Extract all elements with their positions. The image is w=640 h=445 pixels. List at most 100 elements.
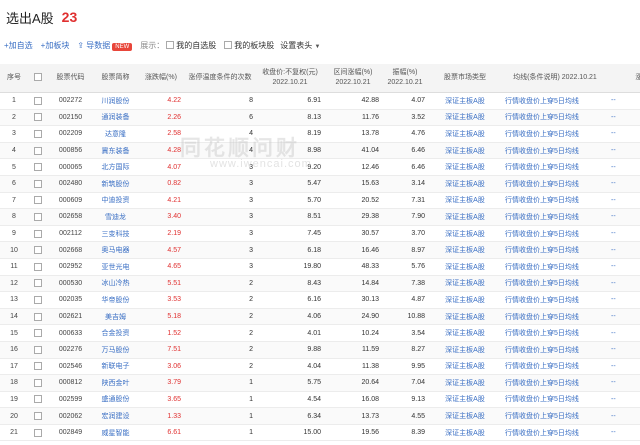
table-row[interactable]: 6 002480 新筑股份 0.82 3 5.47 15.63 3.14 深证主板A股 行情收盘价… xyxy=(0,175,640,193)
table-row[interactable]: 18 000812 陕西金叶 3.79 1 5.75 20.64 7.04 深证主板A股 行情收盘… xyxy=(0,374,640,392)
row-checkbox[interactable] xyxy=(28,308,48,326)
row-checkbox[interactable] xyxy=(28,142,48,160)
results-table-container[interactable]: 序号 股票代码 股票简称 涨跌幅(%) 涨停温度条件的次数 收盘价:不复权(元)… xyxy=(0,64,640,445)
table-row[interactable]: 12 000530 冰山冷热 5.51 2 8.43 14.84 7.38 深证主板A股 行情收盘… xyxy=(0,275,640,293)
condition-desc[interactable]: 行情收盘价上穿5日均线 xyxy=(502,175,608,193)
export-button[interactable]: ⇪ 导数据 NEW xyxy=(77,40,133,51)
row-select-checkbox[interactable] xyxy=(34,279,42,288)
condition-desc[interactable]: 行情收盘价上穿5日均线 xyxy=(502,374,608,392)
table-row[interactable]: 11 002952 亚世光电 4.65 3 19.80 48.33 5.76 深证主板A股 行情收… xyxy=(0,258,640,276)
stock-name-link[interactable]: 通润装备 xyxy=(93,109,138,127)
row-select-checkbox[interactable] xyxy=(34,163,42,172)
row-checkbox[interactable] xyxy=(28,192,48,210)
table-row[interactable]: 20 002062 宏润建设 1.33 1 6.34 13.73 4.55 深证主板A股 行情收盘… xyxy=(0,407,640,425)
col-header-select[interactable] xyxy=(28,64,48,93)
table-row[interactable]: 15 000633 合金投资 1.52 2 4.01 10.24 3.54 深证主板A股 行情收盘… xyxy=(0,324,640,342)
row-checkbox[interactable] xyxy=(28,291,48,309)
condition-desc[interactable]: 行情收盘价上穿5日均线 xyxy=(502,324,608,342)
table-row[interactable]: 5 000065 北方国际 4.07 3 9.20 12.46 6.46 深证主板A股 行情收盘价… xyxy=(0,158,640,176)
row-select-checkbox[interactable] xyxy=(34,229,42,238)
col-header[interactable]: 股票代码 xyxy=(48,64,93,93)
row-checkbox[interactable] xyxy=(28,175,48,193)
table-row[interactable]: 17 002546 新联电子 3.06 2 4.04 11.38 9.95 深证主板A股 行情收盘… xyxy=(0,358,640,376)
row-select-checkbox[interactable] xyxy=(34,212,42,221)
condition-desc[interactable]: 行情收盘价上穿5日均线 xyxy=(502,225,608,243)
row-select-checkbox[interactable] xyxy=(34,196,42,205)
my-watch-label[interactable]: 我的自选股 xyxy=(176,40,216,51)
condition-desc[interactable]: 行情收盘价上穿5日均线 xyxy=(502,407,608,425)
col-header[interactable]: 收盘价:不复权(元) 2022.10.21 xyxy=(256,64,324,93)
table-row[interactable]: 21 002849 威星智能 6.61 1 15.00 19.56 8.39 深证主板A股 行情收… xyxy=(0,424,640,442)
stock-name-link[interactable]: 陕西金叶 xyxy=(93,374,138,392)
stock-name-link[interactable]: 亚世光电 xyxy=(93,258,138,276)
condition-desc[interactable]: 行情收盘价上穿5日均线 xyxy=(502,308,608,326)
row-checkbox[interactable] xyxy=(28,92,48,110)
table-row[interactable]: 16 002276 万马股份 7.51 2 9.88 11.59 8.27 深证主板A股 行情收盘… xyxy=(0,341,640,359)
row-checkbox[interactable] xyxy=(28,125,48,143)
table-row[interactable]: 9 002112 三变科技 2.19 3 7.45 30.57 3.70 深证主板A股 行情收盘价… xyxy=(0,225,640,243)
stock-name-link[interactable]: 达意隆 xyxy=(93,125,138,143)
row-checkbox[interactable] xyxy=(28,324,48,342)
row-select-checkbox[interactable] xyxy=(34,362,42,371)
stock-name-link[interactable]: 奥马电器 xyxy=(93,241,138,259)
row-checkbox[interactable] xyxy=(28,158,48,176)
table-row[interactable]: 3 002209 达意隆 2.58 4 8.19 13.78 4.76 深证主板A股 行情收盘价上… xyxy=(0,125,640,143)
row-select-checkbox[interactable] xyxy=(34,96,42,105)
row-checkbox[interactable] xyxy=(28,275,48,293)
condition-desc[interactable]: 行情收盘价上穿5日均线 xyxy=(502,258,608,276)
row-select-checkbox[interactable] xyxy=(34,113,42,122)
condition-desc[interactable]: 行情收盘价上穿5日均线 xyxy=(502,358,608,376)
row-checkbox[interactable] xyxy=(28,407,48,425)
row-checkbox[interactable] xyxy=(28,225,48,243)
stock-name-link[interactable]: 新联电子 xyxy=(93,358,138,376)
stock-name-link[interactable]: 威星智能 xyxy=(93,424,138,442)
row-checkbox[interactable] xyxy=(28,391,48,409)
table-row[interactable]: 1 002272 川润股份 4.22 8 6.91 42.88 4.07 深证主板A股 行情收盘价… xyxy=(0,92,640,110)
condition-desc[interactable]: 行情收盘价上穿5日均线 xyxy=(502,275,608,293)
col-header[interactable]: 振幅(%) 2022.10.21 xyxy=(382,64,428,93)
table-row[interactable]: 10 002668 奥马电器 4.57 3 6.18 16.46 8.97 深证主板A股 行情收盘… xyxy=(0,241,640,259)
condition-desc[interactable]: 行情收盘价上穿5日均线 xyxy=(502,92,608,110)
stock-name-link[interactable]: 北方国际 xyxy=(93,158,138,176)
row-select-checkbox[interactable] xyxy=(34,395,42,404)
table-row[interactable]: 14 002621 美吉姆 5.18 2 4.06 24.90 10.88 深证主板A股 行情收盘… xyxy=(0,308,640,326)
stock-name-link[interactable]: 新筑股份 xyxy=(93,175,138,193)
row-select-checkbox[interactable] xyxy=(34,312,42,321)
row-select-checkbox[interactable] xyxy=(34,262,42,271)
col-header[interactable]: 涨停温度条件的次数 xyxy=(184,64,256,93)
row-select-checkbox[interactable] xyxy=(34,412,42,421)
stock-name-link[interactable]: 川润股份 xyxy=(93,92,138,110)
row-select-checkbox[interactable] xyxy=(34,146,42,155)
table-row[interactable]: 8 002658 雪迪龙 3.40 3 8.51 29.38 7.90 深证主板A股 行情收盘价上… xyxy=(0,208,640,226)
row-select-checkbox[interactable] xyxy=(34,295,42,304)
row-select-checkbox[interactable] xyxy=(34,428,42,437)
col-header[interactable]: 股票市场类型 xyxy=(428,64,502,93)
stock-name-link[interactable]: 冀东装备 xyxy=(93,142,138,160)
col-header[interactable]: 涨停 2022.1 xyxy=(608,64,640,93)
col-header[interactable]: 涨跌幅(%) xyxy=(138,64,184,93)
select-all-checkbox[interactable] xyxy=(34,73,42,82)
stock-name-link[interactable]: 宏润建设 xyxy=(93,407,138,425)
col-header[interactable]: 序号 xyxy=(0,64,28,93)
table-row[interactable]: 4 000856 冀东装备 4.28 4 8.98 41.04 6.46 深证主板A股 行情收盘价… xyxy=(0,142,640,160)
condition-desc[interactable]: 行情收盘价上穿5日均线 xyxy=(502,341,608,359)
table-row[interactable]: 13 002035 华帝股份 3.53 2 6.16 30.13 4.87 深证主板A股 行情收盘… xyxy=(0,291,640,309)
condition-desc[interactable]: 行情收盘价上穿5日均线 xyxy=(502,109,608,127)
condition-desc[interactable]: 行情收盘价上穿5日均线 xyxy=(502,291,608,309)
row-select-checkbox[interactable] xyxy=(34,345,42,354)
condition-desc[interactable]: 行情收盘价上穿5日均线 xyxy=(502,208,608,226)
condition-desc[interactable]: 行情收盘价上穿5日均线 xyxy=(502,192,608,210)
condition-desc[interactable]: 行情收盘价上穿5日均线 xyxy=(502,125,608,143)
add-block-button[interactable]: +加板块 xyxy=(41,40,70,51)
condition-desc[interactable]: 行情收盘价上穿5日均线 xyxy=(502,142,608,160)
col-header[interactable]: 股票简称 xyxy=(93,64,138,93)
stock-name-link[interactable]: 合金投资 xyxy=(93,324,138,342)
row-checkbox[interactable] xyxy=(28,341,48,359)
condition-desc[interactable]: 行情收盘价上穿5日均线 xyxy=(502,391,608,409)
stock-name-link[interactable]: 万马股份 xyxy=(93,341,138,359)
row-checkbox[interactable] xyxy=(28,208,48,226)
row-checkbox[interactable] xyxy=(28,424,48,442)
row-checkbox[interactable] xyxy=(28,241,48,259)
row-select-checkbox[interactable] xyxy=(34,329,42,338)
row-checkbox[interactable] xyxy=(28,258,48,276)
